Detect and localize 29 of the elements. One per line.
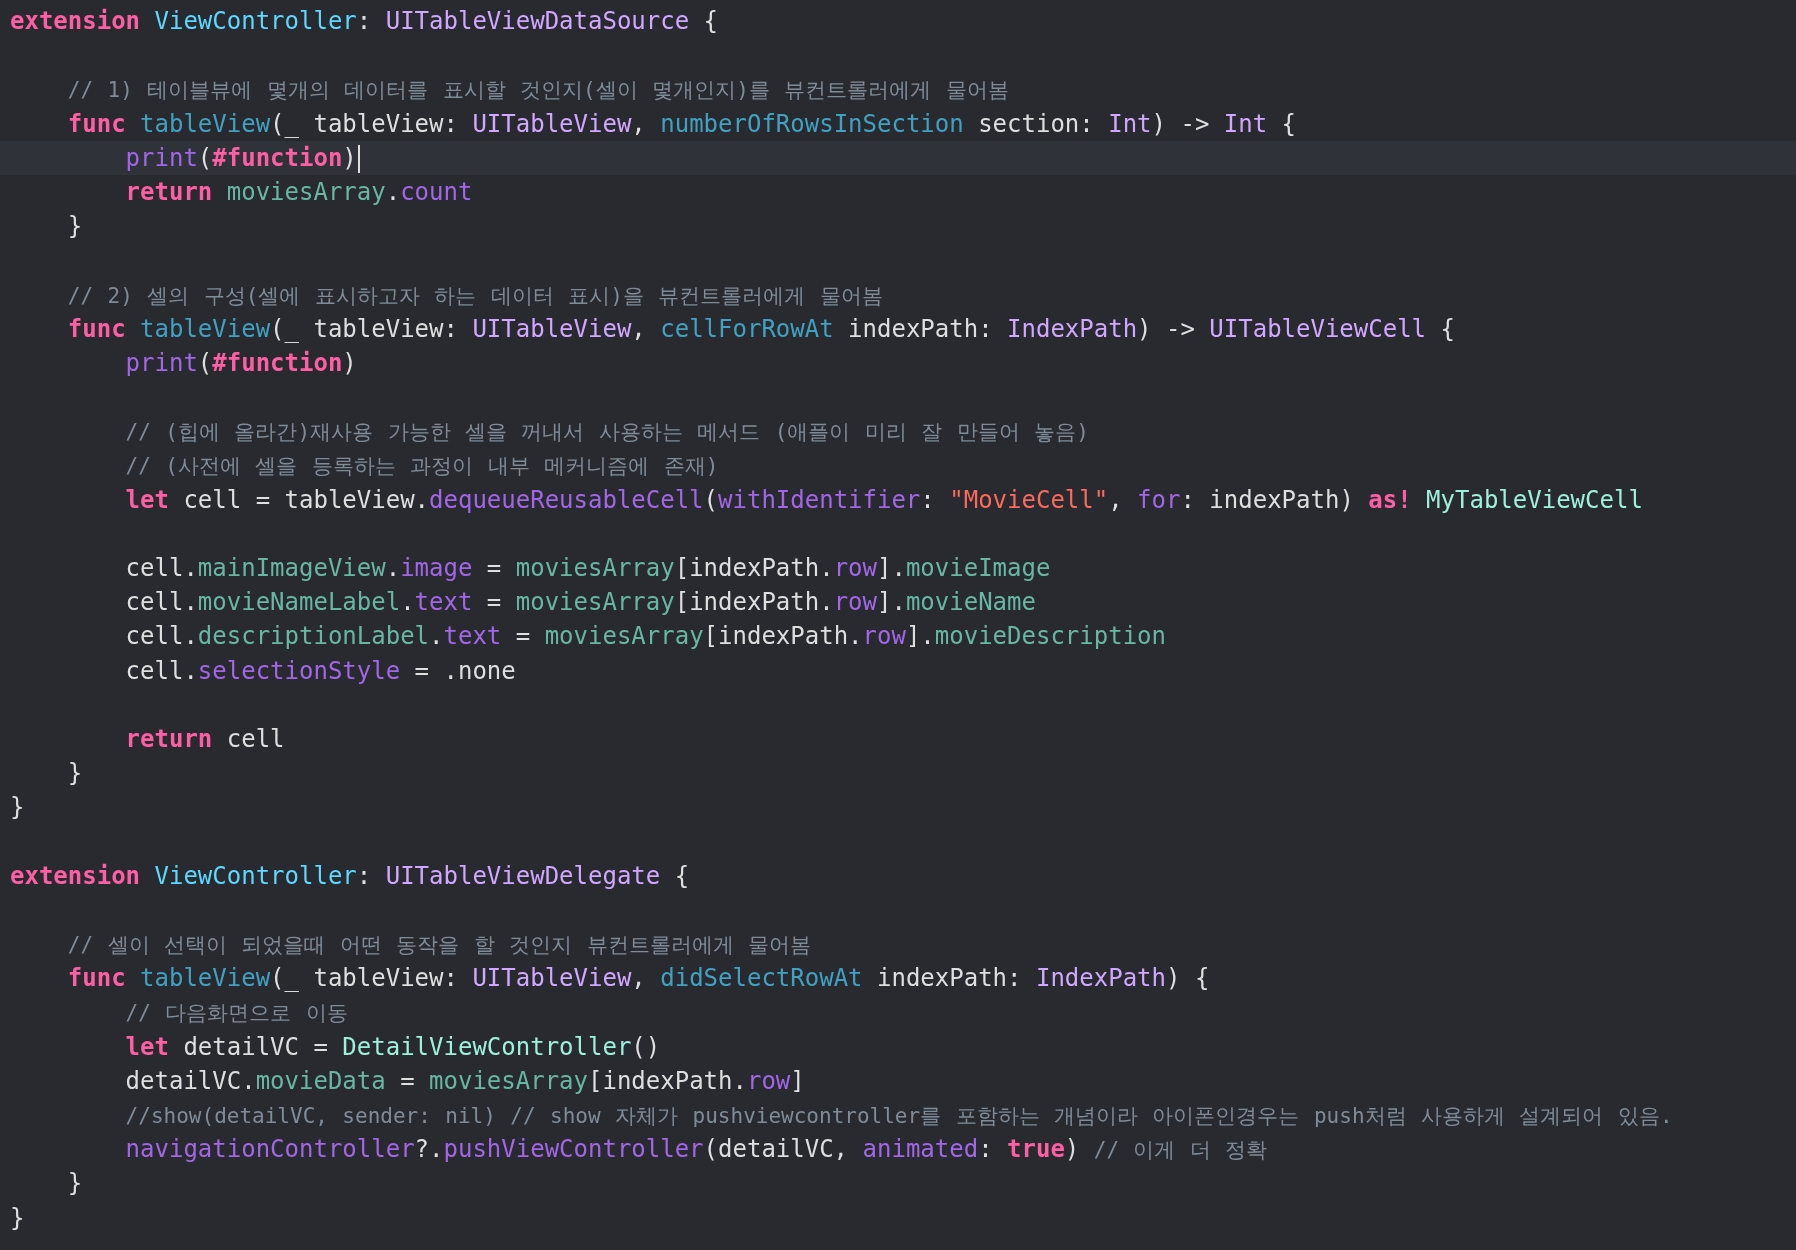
code-line: func tableView(_ tableView: UITableView, numberOfRowsInSection section: Int) -> Int { (66, 108, 1298, 140)
code-line: return moviesArray.count (124, 176, 474, 208)
code-line: extension ViewController: UITableViewDataSource { (9, 6, 720, 37)
code-line: let cell = tableView.dequeueReusableCell(withIdentifier: "MovieCell", for: indexPath) as! MyTableViewCell (124, 484, 1644, 516)
code-line: } (66, 211, 84, 243)
code-line: let detailVC = DetailViewController() (124, 1031, 662, 1063)
code-line: // 셀이 선택이 되었을때 어떤 동작을 할 것인지 뷰컨트롤러에게 물어봄 (66, 932, 813, 960)
code-line: //show(detailVC, sender: nil) // show 자체가 pushviewcontroller를 포함하는 개념이라 아이폰인경우는 push처럼 사용하게 설계되어 있음. (124, 1103, 1674, 1130)
code-line: cell.movieNameLabel.text = moviesArray[indexPath.row].movieName (124, 587, 1037, 619)
code-line: // 2) 셀의 구성(셀에 표시하고자 하는 데이터 표시)을 뷰컨트롤러에게 물어봄 (66, 282, 884, 310)
text-cursor (357, 144, 360, 173)
code-line: // (힙에 올라간)재사용 가능한 셀을 꺼내서 사용하는 메서드 (애플이 미리 잘 만들어 놓음) (124, 419, 1090, 447)
code-line: // (사전에 셀을 등록하는 과정이 내부 메커니즘에 존재) (124, 453, 720, 481)
code-line: // 다음화면으로 이동 (124, 1000, 349, 1028)
code-line: } (9, 1202, 26, 1234)
code-line: extension ViewController: UITableViewDelegate { (9, 860, 691, 892)
code-line: } (9, 792, 26, 824)
code-line: } (66, 758, 84, 790)
code-line: return cell (124, 723, 286, 755)
code-line: navigationController?.pushViewController(detailVC, animated: true) // 이게 더 정확 (124, 1134, 1269, 1166)
code-line: cell.selectionStyle = .none (124, 655, 517, 687)
code-line: detailVC.movieData = moviesArray[indexPath.row] (124, 1065, 806, 1097)
code-line: func tableView(_ tableView: UITableView, didSelectRowAt indexPath: IndexPath) { (66, 963, 1211, 995)
code-line: print(#function) (124, 347, 358, 379)
code-line: func tableView(_ tableView: UITableView, cellForRowAt indexPath: IndexPath) -> UITableViewCell { (66, 313, 1456, 345)
code-line: cell.descriptionLabel.text = moviesArray[indexPath.row].movieDescription (124, 621, 1167, 653)
code-line: cell.mainImageView.image = moviesArray[indexPath.row].movieImage (124, 553, 1052, 584)
code-line: } (66, 1168, 84, 1200)
code-line: // 1) 테이블뷰에 몇개의 데이터를 표시할 것인지(셀이 몇개인지)를 뷰컨트롤러에게 물어봄 (66, 77, 1010, 105)
